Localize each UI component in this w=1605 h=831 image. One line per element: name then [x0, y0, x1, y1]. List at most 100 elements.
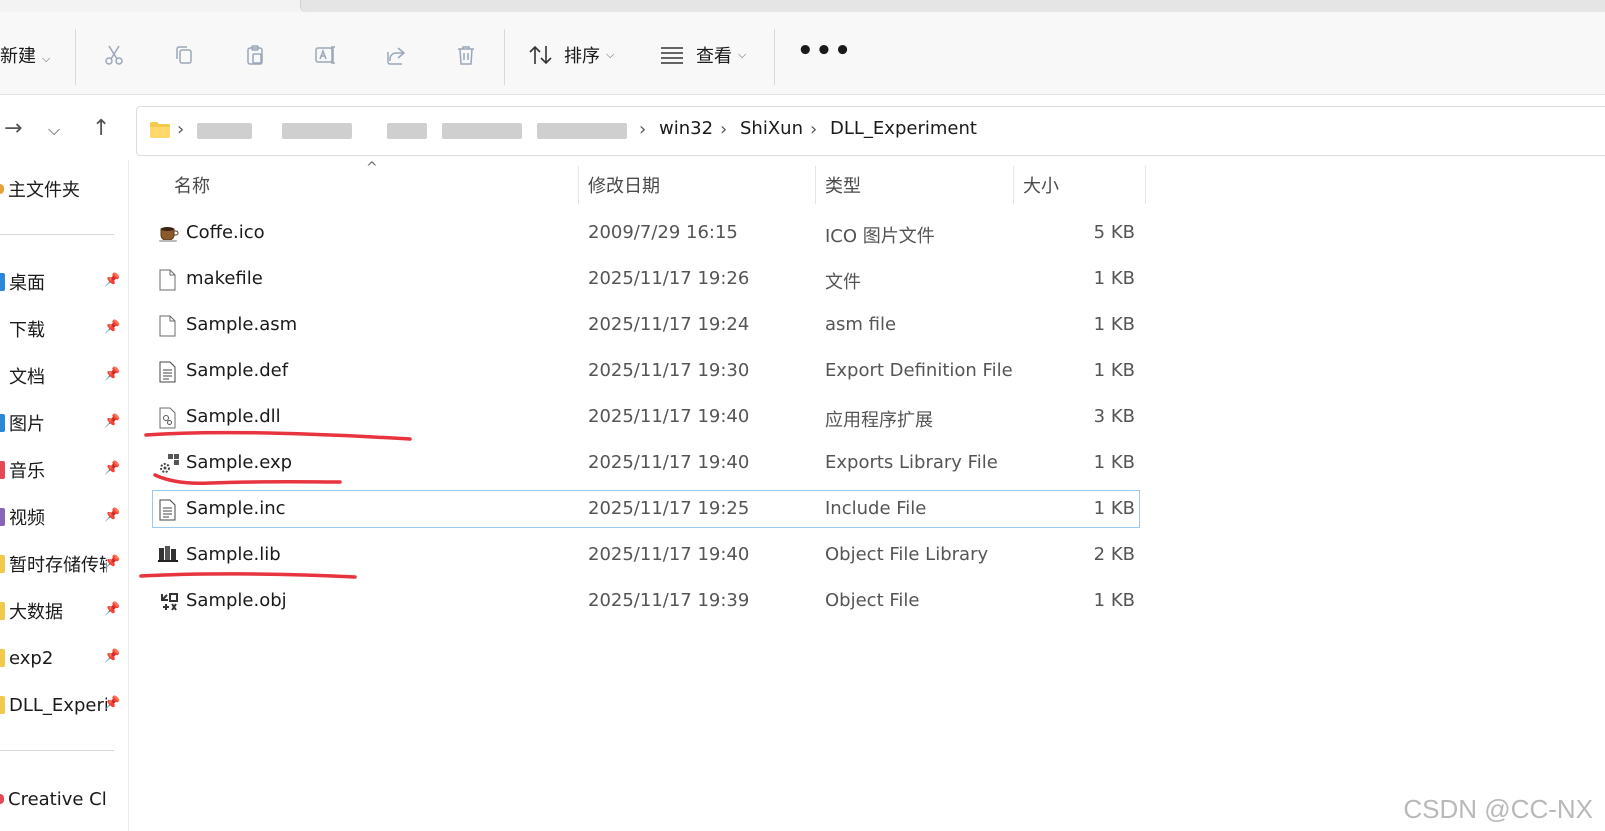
- nav-item-music[interactable]: 音乐 📌: [0, 455, 128, 485]
- rename-icon[interactable]: [310, 40, 340, 70]
- music-icon: [0, 461, 5, 479]
- title-strip: [0, 0, 1605, 12]
- file-row[interactable]: makefile 2025/11/17 19:26 文件 1 KB: [152, 260, 1140, 298]
- file-date: 2025/11/17 19:25: [588, 498, 750, 519]
- file-size: 1 KB: [1093, 498, 1135, 519]
- nav-item-temp-storage[interactable]: 暂时存储传输 📌: [0, 549, 128, 579]
- breadcrumb-chevron-icon: ›: [639, 119, 647, 140]
- nav-item-desktop[interactable]: 桌面 📌: [0, 267, 128, 297]
- pin-icon: 📌: [104, 508, 121, 523]
- nav-item-label: 桌面: [9, 273, 45, 294]
- pin-icon: 📌: [104, 555, 121, 570]
- sort-ascending-caret-icon: ^: [366, 160, 378, 176]
- view-button[interactable]: 查看 ⌵: [660, 42, 746, 68]
- nav-item-documents[interactable]: 文档 📌: [0, 361, 128, 391]
- sort-button[interactable]: 排序 ⌵: [528, 42, 614, 68]
- address-bar[interactable]: › › win32 › ShiXun › DLL_Experiment: [136, 106, 1605, 156]
- file-name: Sample.exp: [186, 452, 293, 473]
- folder-icon: [0, 555, 5, 573]
- breadcrumb-win32[interactable]: win32: [659, 118, 713, 139]
- chevron-down-icon: ⌵: [606, 48, 615, 61]
- tab-edge: [300, 0, 1605, 12]
- column-header-type[interactable]: 类型: [825, 165, 861, 205]
- file-size: 1 KB: [1093, 452, 1135, 473]
- blank-file-icon: [158, 269, 178, 291]
- file-name: makefile: [186, 268, 263, 289]
- pin-icon: 📌: [104, 320, 121, 335]
- file-row-selected[interactable]: Sample.inc 2025/11/17 19:25 Include File…: [152, 490, 1140, 528]
- file-row[interactable]: Sample.exp 2025/11/17 19:40 Exports Libr…: [152, 444, 1140, 482]
- navigation-pane: 主文件夹 桌面 📌 下载 📌 文档 📌 图片 📌 音乐 📌 视频 📌 暂时存储传…: [0, 160, 128, 831]
- file-row[interactable]: Sample.lib 2025/11/17 19:40 Object File …: [152, 536, 1140, 574]
- file-type: Include File: [825, 498, 927, 519]
- file-size: 5 KB: [1093, 222, 1135, 243]
- more-options-button[interactable]: •••: [797, 36, 853, 66]
- file-date: 2025/11/17 19:24: [588, 314, 750, 335]
- chevron-down-icon: ⌵: [42, 52, 51, 65]
- forward-arrow-icon[interactable]: →: [4, 116, 22, 141]
- breadcrumb-chevron-icon: ›: [810, 119, 818, 140]
- copy-icon[interactable]: [169, 40, 199, 70]
- file-size: 1 KB: [1093, 590, 1135, 611]
- file-date: 2025/11/17 19:26: [588, 268, 750, 289]
- cut-icon[interactable]: [99, 40, 129, 70]
- column-header-size[interactable]: 大小: [1023, 165, 1059, 205]
- file-name: Sample.lib: [186, 544, 281, 565]
- file-name: Sample.asm: [186, 314, 298, 335]
- nav-item-downloads[interactable]: 下载 📌: [0, 314, 128, 344]
- nav-item-exp2[interactable]: exp2 📌: [0, 643, 128, 673]
- file-row[interactable]: Sample.def 2025/11/17 19:30 Export Defin…: [152, 352, 1140, 390]
- folder-icon: [0, 696, 5, 714]
- creative-cloud-icon: [0, 794, 4, 804]
- file-date: 2025/11/17 19:40: [588, 544, 750, 565]
- toolbar-divider: [75, 29, 76, 85]
- new-button[interactable]: 新建 ⌵: [0, 42, 50, 68]
- nav-item-videos[interactable]: 视频 📌: [0, 502, 128, 532]
- column-divider[interactable]: [578, 166, 579, 204]
- file-size: 3 KB: [1093, 406, 1135, 427]
- paste-icon[interactable]: [240, 40, 270, 70]
- pin-icon: 📌: [104, 602, 121, 617]
- sort-label: 排序: [564, 46, 600, 67]
- file-name: Sample.def: [186, 360, 289, 381]
- column-header-date[interactable]: 修改日期: [588, 165, 660, 205]
- file-row[interactable]: Sample.obj 2025/11/17 19:39 Object File …: [152, 582, 1140, 620]
- file-type: ICO 图片文件: [825, 226, 935, 247]
- file-row[interactable]: Sample.asm 2025/11/17 19:24 asm file 1 K…: [152, 306, 1140, 344]
- column-header-name[interactable]: 名称: [174, 165, 210, 205]
- nav-item-home[interactable]: 主文件夹: [0, 174, 128, 204]
- nav-item-creative-cloud[interactable]: Creative Cloud: [0, 784, 128, 814]
- folder-icon: [0, 649, 5, 667]
- dll-file-icon: [158, 407, 178, 429]
- file-type: 应用程序扩展: [825, 410, 933, 431]
- nav-divider: [0, 750, 114, 751]
- column-divider[interactable]: [1013, 166, 1014, 204]
- nav-item-big-data[interactable]: 大数据 📌: [0, 596, 128, 626]
- share-icon[interactable]: [381, 40, 411, 70]
- library-icon: [158, 545, 178, 565]
- file-row[interactable]: Sample.dll 2025/11/17 19:40 应用程序扩展 3 KB: [152, 398, 1140, 436]
- column-divider[interactable]: [815, 166, 816, 204]
- file-name: Sample.obj: [186, 590, 287, 611]
- breadcrumb-dll-experiment[interactable]: DLL_Experiment: [830, 118, 977, 139]
- pane-divider: [128, 160, 129, 831]
- watermark: CSDN @CC-NX: [1403, 794, 1593, 824]
- pin-icon: 📌: [104, 273, 121, 288]
- nav-item-dll-experiment[interactable]: DLL_Experiment 📌: [0, 690, 128, 720]
- delete-icon[interactable]: [451, 40, 481, 70]
- column-divider[interactable]: [1145, 166, 1146, 204]
- file-type: Object File: [825, 590, 920, 611]
- recent-locations-chevron-icon[interactable]: ⌵: [48, 120, 60, 140]
- file-row[interactable]: Coffe.ico 2009/7/29 16:15 ICO 图片文件 5 KB: [152, 214, 1140, 252]
- breadcrumb-chevron-icon: ›: [720, 119, 728, 140]
- up-arrow-icon[interactable]: ↑: [92, 116, 110, 141]
- coffee-icon: [158, 223, 179, 243]
- file-date: 2025/11/17 19:40: [588, 406, 750, 427]
- nav-item-pictures[interactable]: 图片 📌: [0, 408, 128, 438]
- desktop-icon: [0, 273, 5, 291]
- redacted-path: [537, 123, 627, 139]
- nav-item-label: 文档: [9, 367, 45, 388]
- breadcrumb-shixun[interactable]: ShiXun: [740, 118, 803, 139]
- nav-item-label: 大数据: [9, 602, 63, 623]
- nav-item-label: 音乐: [9, 461, 45, 482]
